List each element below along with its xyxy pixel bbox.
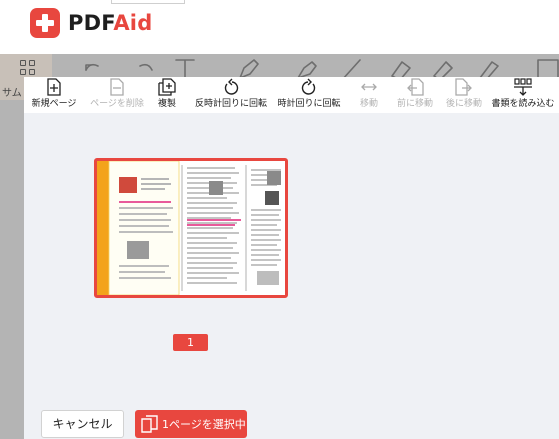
rotate-cw-icon — [301, 78, 316, 95]
page-number-badge: 1 — [173, 334, 208, 351]
rotate-cw-label: 時計回りに回転 — [277, 99, 341, 109]
copy-pages-icon — [141, 415, 158, 433]
add-page-icon — [47, 78, 61, 96]
load-document-icon — [514, 78, 532, 96]
load-document-label: 書類を読み込む — [491, 99, 555, 109]
header: PDFAid — [0, 0, 559, 54]
move-icon — [361, 83, 377, 91]
delete-page-icon — [110, 78, 124, 96]
move-back-button[interactable]: 前に移動 — [392, 77, 438, 113]
grid-icon — [20, 60, 36, 76]
add-page-button[interactable]: 新規ページ — [28, 77, 80, 113]
delete-page-label: ページを削除 — [90, 99, 144, 109]
header-tab — [111, 0, 185, 4]
rotate-clockwise-button[interactable]: 時計回りに回転 — [276, 77, 342, 113]
logo-text: PDFAid — [68, 11, 152, 35]
pen-icon — [239, 59, 259, 79]
move-forward-button[interactable]: 後に移動 — [442, 77, 486, 113]
marker-icon — [297, 61, 317, 79]
cancel-button[interactable]: キャンセル — [41, 410, 124, 438]
move-button[interactable]: 移動 — [354, 77, 384, 113]
move-forward-label: 後に移動 — [445, 99, 482, 109]
move-back-icon — [407, 78, 424, 96]
move-label: 移動 — [359, 99, 378, 109]
editor-toolbar — [80, 58, 559, 81]
delete-page-button[interactable]: ページを削除 — [86, 77, 148, 113]
pdfaid-logo[interactable]: PDFAid — [30, 8, 152, 38]
plus-logo-icon — [30, 8, 60, 38]
page-thumbnail[interactable] — [94, 158, 288, 298]
text-box-icon — [537, 59, 559, 79]
selected-pages-label: 1ページを選択中 — [162, 418, 246, 431]
duplicate-icon — [158, 78, 176, 96]
page-toolbar: 新規ページ ページを削除 複製 反時計回りに回転 時計回りに回転 移動 前に移動… — [24, 77, 559, 113]
duplicate-button[interactable]: 複製 — [152, 77, 182, 113]
page-manager-dialog: 新規ページ ページを削除 複製 反時計回りに回転 時計回りに回転 移動 前に移動… — [24, 77, 559, 439]
move-forward-icon — [455, 78, 472, 96]
selected-pages-button[interactable]: 1ページを選択中 — [135, 410, 247, 438]
logo-text-aid: Aid — [113, 11, 153, 35]
thumbnail-tab-label: サム — [2, 88, 22, 99]
redo-icon — [139, 63, 153, 71]
rotate-ccw-icon — [224, 78, 239, 95]
move-back-label: 前に移動 — [396, 99, 433, 109]
duplicate-label: 複製 — [157, 99, 176, 109]
load-document-button[interactable]: 書類を読み込む — [490, 77, 556, 113]
logo-text-pdf: PDF — [68, 11, 114, 35]
app-window: PDFAid サム 新規ページ ページを削除 複製 反時計回りに回転 時計回りに… — [0, 0, 559, 439]
page-preview-image — [97, 161, 285, 295]
rotate-ccw-label: 反時計回りに回転 — [194, 99, 267, 109]
rotate-counterclockwise-button[interactable]: 反時計回りに回転 — [192, 77, 270, 113]
add-page-label: 新規ページ — [31, 99, 77, 109]
